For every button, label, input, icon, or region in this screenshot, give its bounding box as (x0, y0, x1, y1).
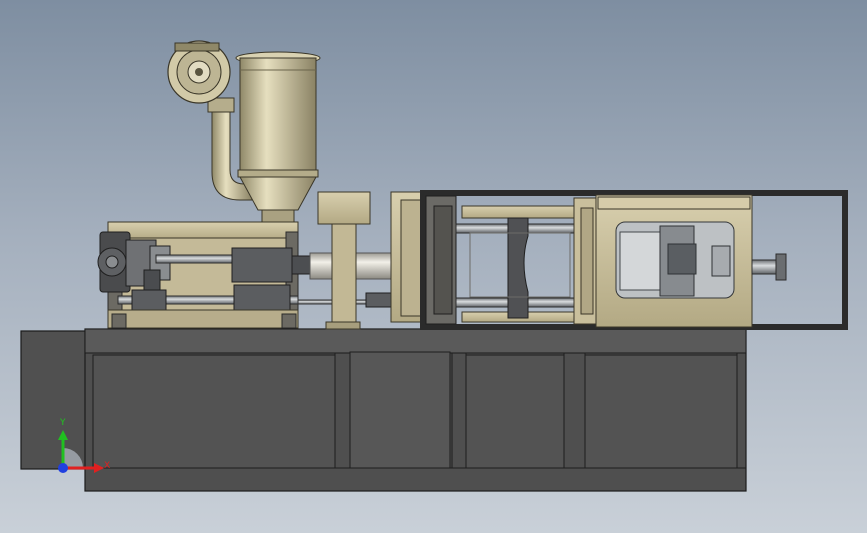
material-hopper[interactable] (235, 51, 321, 243)
base-panel-1 (92, 354, 336, 469)
base-panel-3 (465, 354, 565, 469)
injection-molding-machine-model[interactable]: Y X (0, 0, 867, 533)
machine-base[interactable] (20, 328, 747, 492)
z-axis-dot (58, 463, 68, 473)
y-axis-label: Y (59, 418, 66, 428)
rear-cylinder-rod (751, 253, 787, 281)
injection-unit[interactable] (97, 221, 299, 329)
clamp-cylinder-housing[interactable] (595, 194, 753, 328)
base-panel-2 (349, 351, 451, 469)
cad-viewport[interactable]: Y X (0, 0, 867, 533)
base-panel-4 (584, 354, 738, 469)
x-axis-label: X (104, 461, 110, 471)
